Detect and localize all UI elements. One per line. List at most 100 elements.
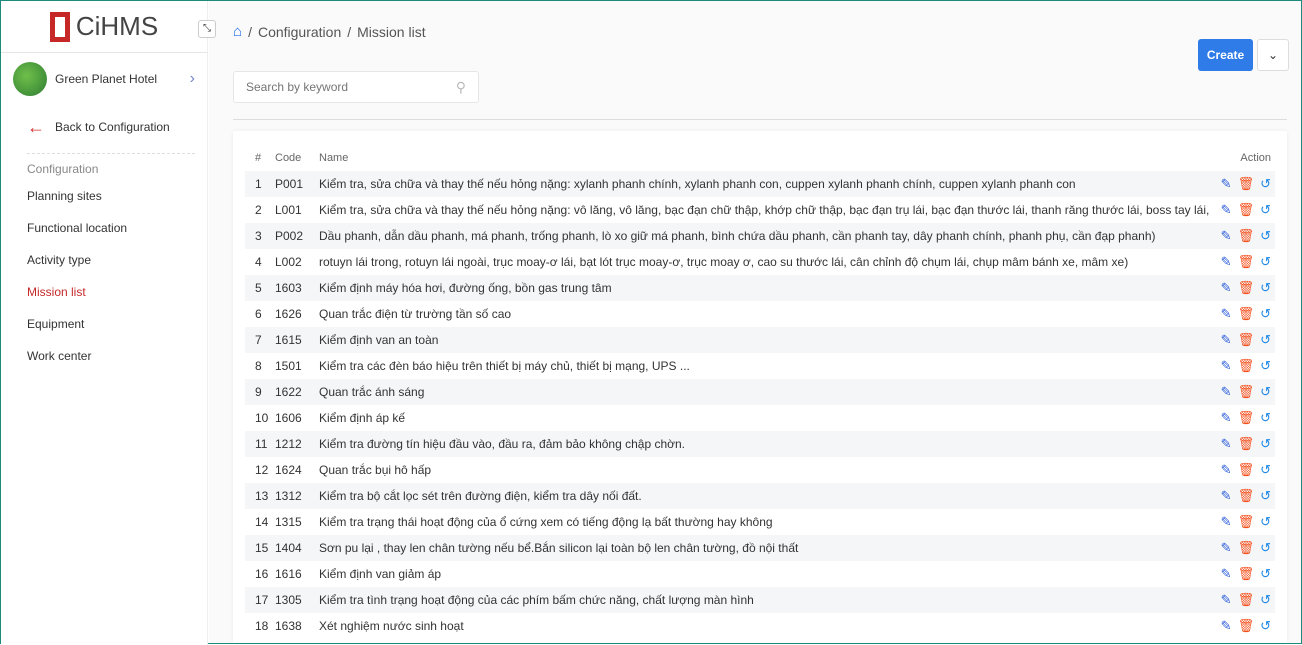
history-icon[interactable]: ↺ <box>1260 410 1271 426</box>
edit-icon[interactable]: ✎ <box>1221 280 1232 296</box>
history-icon[interactable]: ↺ <box>1260 540 1271 556</box>
row-index: 15 <box>255 541 269 555</box>
edit-icon[interactable]: ✎ <box>1221 566 1232 582</box>
history-icon[interactable]: ↺ <box>1260 358 1271 374</box>
table-row[interactable]: 4 L002 rotuyn lái trong, rotuyn lái ngoài,… <box>245 249 1275 275</box>
sidebar-item-planning-sites[interactable]: Planning sites <box>1 180 207 212</box>
create-button[interactable]: Create <box>1198 39 1253 71</box>
sidebar-item-mission-list[interactable]: Mission list <box>1 276 207 308</box>
table-row[interactable]: 9 1622 Quan trắc ánh sáng ✎ 🗑 ↺ <box>245 379 1275 405</box>
sidebar-item-work-center[interactable]: Work center <box>1 340 207 372</box>
header-index: # <box>255 152 262 164</box>
row-index: 10 <box>255 411 269 425</box>
edit-icon[interactable]: ✎ <box>1221 462 1232 478</box>
history-icon[interactable]: ↺ <box>1260 384 1271 400</box>
table-row[interactable]: 13 1312 Kiểm tra bộ cắt lọc sét trên đường… <box>245 483 1275 509</box>
delete-icon[interactable]: 🗑 <box>1238 332 1255 348</box>
delete-icon[interactable]: 🗑 <box>1238 410 1255 426</box>
delete-icon[interactable]: 🗑 <box>1238 202 1255 218</box>
table-row[interactable]: 10 1606 Kiểm định áp kế ✎ 🗑 ↺ <box>245 405 1275 431</box>
table-row[interactable]: 3 P002 Dầu phanh, dẫn dầu phanh, má phanh,… <box>245 223 1275 249</box>
main-content: ⌂/ Configuration/ Mission list ⚲ Create … <box>209 1 1301 643</box>
delete-icon[interactable]: 🗑 <box>1238 358 1255 374</box>
table-row[interactable]: 17 1305 Kiểm tra tình trạng hoạt động của … <box>245 587 1275 613</box>
home-icon[interactable]: ⌂ <box>233 23 242 40</box>
table-row[interactable]: 7 1615 Kiểm định van an toàn ✎ 🗑 ↺ <box>245 327 1275 353</box>
history-icon[interactable]: ↺ <box>1260 228 1271 244</box>
collapse-sidebar-button[interactable]: ⤡ <box>198 20 216 38</box>
delete-icon[interactable]: 🗑 <box>1238 488 1255 504</box>
row-actions: ✎ 🗑 ↺ <box>1213 436 1275 452</box>
edit-icon[interactable]: ✎ <box>1221 306 1232 322</box>
edit-icon[interactable]: ✎ <box>1221 514 1232 530</box>
edit-icon[interactable]: ✎ <box>1221 358 1232 374</box>
edit-icon[interactable]: ✎ <box>1221 202 1232 218</box>
history-icon[interactable]: ↺ <box>1260 254 1271 270</box>
table-row[interactable]: 15 1404 Sơn pu lại , thay len chân tường n… <box>245 535 1275 561</box>
table-row[interactable]: 12 1624 Quan trắc bụi hô hấp ✎ 🗑 ↺ <box>245 457 1275 483</box>
history-icon[interactable]: ↺ <box>1260 488 1271 504</box>
table-row[interactable]: 14 1315 Kiểm tra trạng thái hoạt động của … <box>245 509 1275 535</box>
edit-icon[interactable]: ✎ <box>1221 540 1232 556</box>
breadcrumb-configuration[interactable]: Configuration <box>258 24 341 40</box>
sidebar-item-functional-location[interactable]: Functional location <box>1 212 207 244</box>
edit-icon[interactable]: ✎ <box>1221 332 1232 348</box>
history-icon[interactable]: ↺ <box>1260 332 1271 348</box>
row-actions: ✎ 🗑 ↺ <box>1213 384 1275 400</box>
edit-icon[interactable]: ✎ <box>1221 228 1232 244</box>
edit-icon[interactable]: ✎ <box>1221 254 1232 270</box>
delete-icon[interactable]: 🗑 <box>1238 436 1255 452</box>
sidebar-item-equipment[interactable]: Equipment <box>1 308 207 340</box>
history-icon[interactable]: ↺ <box>1260 202 1271 218</box>
row-code: 1305 <box>275 593 302 607</box>
delete-icon[interactable]: 🗑 <box>1238 176 1255 192</box>
delete-icon[interactable]: 🗑 <box>1238 280 1255 296</box>
table-row[interactable]: 18 1638 Xét nghiệm nước sinh hoạt ✎ 🗑 ↺ <box>245 613 1275 639</box>
table-row[interactable]: 6 1626 Quan trắc điện từ trường tần số cao… <box>245 301 1275 327</box>
edit-icon[interactable]: ✎ <box>1221 176 1232 192</box>
history-icon[interactable]: ↺ <box>1260 566 1271 582</box>
history-icon[interactable]: ↺ <box>1260 436 1271 452</box>
delete-icon[interactable]: 🗑 <box>1238 384 1255 400</box>
table-row[interactable]: 11 1212 Kiểm tra đường tín hiệu đầu vào, đ… <box>245 431 1275 457</box>
history-icon[interactable]: ↺ <box>1260 514 1271 530</box>
edit-icon[interactable]: ✎ <box>1221 410 1232 426</box>
history-icon[interactable]: ↺ <box>1260 176 1271 192</box>
sidebar-group-label: Configuration <box>27 162 99 176</box>
history-icon[interactable]: ↺ <box>1260 592 1271 608</box>
header-code: Code <box>275 152 302 164</box>
more-options-dropdown[interactable]: ⌄ <box>1257 39 1289 71</box>
history-icon[interactable]: ↺ <box>1260 462 1271 478</box>
delete-icon[interactable]: 🗑 <box>1238 462 1255 478</box>
delete-icon[interactable]: 🗑 <box>1238 618 1255 634</box>
delete-icon[interactable]: 🗑 <box>1238 566 1255 582</box>
hotel-selector[interactable]: Green Planet Hotel › <box>1 53 207 105</box>
search-icon[interactable]: ⚲ <box>456 79 466 96</box>
history-icon[interactable]: ↺ <box>1260 306 1271 322</box>
sidebar-item-activity-type[interactable]: Activity type <box>1 244 207 276</box>
edit-icon[interactable]: ✎ <box>1221 384 1232 400</box>
delete-icon[interactable]: 🗑 <box>1238 306 1255 322</box>
history-icon[interactable]: ↺ <box>1260 280 1271 296</box>
delete-icon[interactable]: 🗑 <box>1238 592 1255 608</box>
delete-icon[interactable]: 🗑 <box>1238 254 1255 270</box>
edit-icon[interactable]: ✎ <box>1221 436 1232 452</box>
row-index: 13 <box>255 489 269 503</box>
edit-icon[interactable]: ✎ <box>1221 488 1232 504</box>
table-row[interactable]: 2 L001 Kiểm tra, sửa chữa và thay thế nếu … <box>245 197 1275 223</box>
edit-icon[interactable]: ✎ <box>1221 618 1232 634</box>
table-row[interactable]: 8 1501 Kiểm tra các đèn báo hiệu trên thiế… <box>245 353 1275 379</box>
history-icon[interactable]: ↺ <box>1260 618 1271 634</box>
search-input[interactable] <box>246 80 456 94</box>
back-to-configuration-link[interactable]: ← Back to Configuration <box>1 105 207 149</box>
table-row[interactable]: 5 1603 Kiểm định máy hóa hơi, đường ống, b… <box>245 275 1275 301</box>
delete-icon[interactable]: 🗑 <box>1238 540 1255 556</box>
edit-icon[interactable]: ✎ <box>1221 592 1232 608</box>
row-actions: ✎ 🗑 ↺ <box>1213 618 1275 634</box>
table-row[interactable]: 16 1616 Kiểm định van giảm áp ✎ 🗑 ↺ <box>245 561 1275 587</box>
delete-icon[interactable]: 🗑 <box>1238 228 1255 244</box>
row-name: Quan trắc ánh sáng <box>319 385 425 399</box>
delete-icon[interactable]: 🗑 <box>1238 514 1255 530</box>
table-row[interactable]: 1 P001 Kiểm tra, sửa chữa và thay thế nếu … <box>245 171 1275 197</box>
row-code: 1312 <box>275 489 302 503</box>
